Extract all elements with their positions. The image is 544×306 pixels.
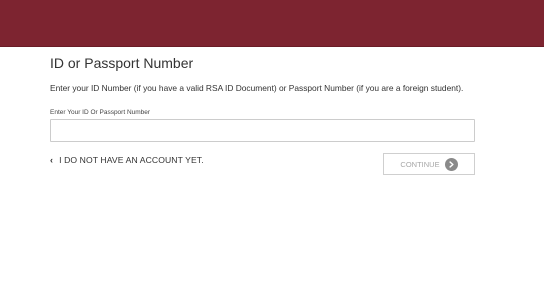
id-form: ID or Passport Number Enter your ID Numb… <box>50 54 475 177</box>
id-field-label: Enter Your ID Or Passport Number <box>50 109 151 116</box>
form-actions: ‹ I DO NOT HAVE AN ACCOUNT YET. CONTINUE <box>50 153 475 177</box>
continue-button[interactable]: CONTINUE <box>383 153 475 175</box>
no-account-link[interactable]: ‹ I DO NOT HAVE AN ACCOUNT YET. <box>50 155 204 165</box>
id-passport-input[interactable] <box>50 119 475 142</box>
arrow-right-circle-icon <box>444 157 458 171</box>
instructions-text: Enter your ID Number (if you have a vali… <box>50 83 464 93</box>
header-bar <box>0 0 544 47</box>
page-title: ID or Passport Number <box>50 55 194 71</box>
no-account-label: I DO NOT HAVE AN ACCOUNT YET. <box>59 155 204 165</box>
continue-label: CONTINUE <box>400 159 440 169</box>
chevron-left-icon: ‹ <box>50 155 54 165</box>
